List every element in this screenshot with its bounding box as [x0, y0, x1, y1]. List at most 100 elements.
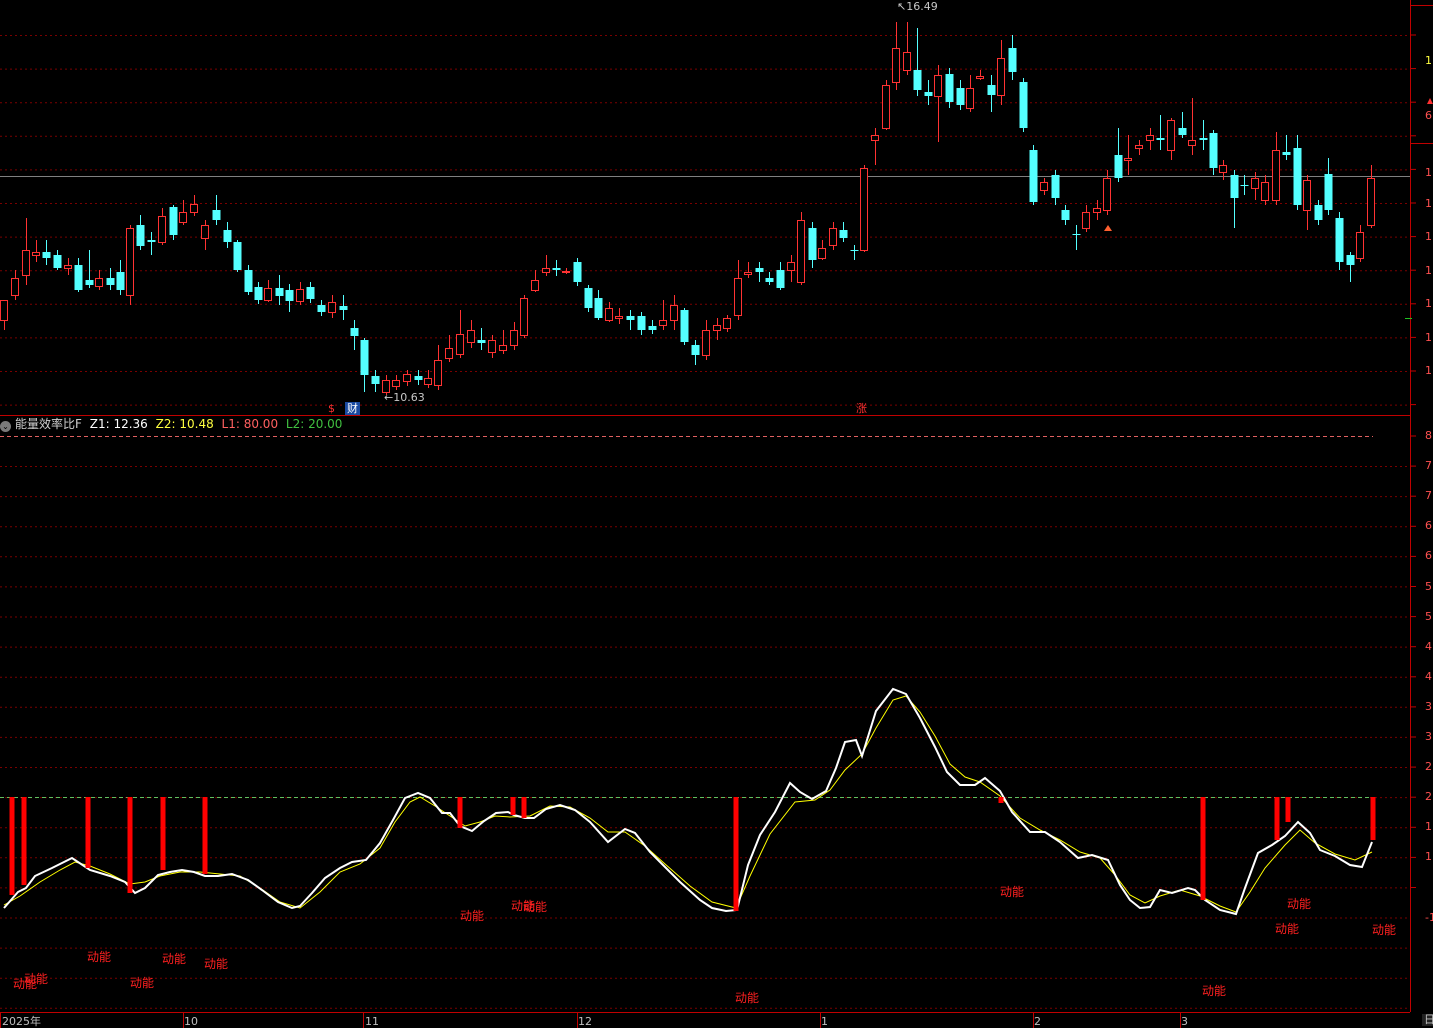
- candle-body-down: [1029, 150, 1038, 202]
- signal-bar: [1370, 797, 1376, 840]
- candle-body-down: [987, 85, 996, 95]
- candle-body-up: [605, 308, 613, 321]
- candle-body-up: [1367, 178, 1375, 226]
- candle-body-up: [1082, 212, 1090, 229]
- indicator-tick: 3: [1425, 699, 1432, 713]
- candle-body-up: [32, 252, 40, 256]
- indicator-z1-value: Z1: 12.36: [89, 417, 148, 431]
- event-tag-finance[interactable]: 财: [345, 402, 360, 415]
- signal-label: 动能: [1000, 885, 1025, 899]
- candle-body-down: [244, 270, 253, 292]
- signal-bar: [1274, 797, 1280, 840]
- high-price-marker: ↖16.49: [897, 0, 938, 13]
- candle-body-up: [787, 262, 795, 271]
- price-tick-9: 1: [1425, 364, 1432, 377]
- z2-line: [3, 695, 1373, 913]
- candle-body-down: [1178, 128, 1187, 135]
- price-up-arrow-icon: [1427, 98, 1433, 104]
- candle-body-down: [1293, 148, 1302, 205]
- candle-body-up: [882, 85, 890, 129]
- candle-body-up: [0, 300, 8, 321]
- candle-body-down: [1335, 218, 1344, 262]
- candle-body-up: [1040, 182, 1048, 191]
- price-tick-8: 1: [1425, 331, 1432, 344]
- candle-body-up: [562, 271, 570, 273]
- signal-bar: [1285, 797, 1291, 822]
- signal-label: 动能: [460, 909, 485, 923]
- signal-label: 动能: [523, 900, 548, 914]
- candle-body-down: [691, 345, 700, 355]
- indicator-z2-value: Z2: 10.48: [155, 417, 214, 431]
- candle-body-up: [22, 250, 30, 276]
- indicator-tick: 7: [1425, 459, 1432, 473]
- indicator-name[interactable]: 能量效率比F: [15, 417, 82, 431]
- candle-body-down: [212, 210, 221, 220]
- candle-body-down: [53, 255, 62, 268]
- candle-body-down: [552, 268, 561, 270]
- candle-body-down: [776, 270, 785, 288]
- candle-body-up: [510, 330, 518, 346]
- signal-bar: [521, 797, 527, 818]
- candle-body-up: [871, 135, 879, 141]
- candle-body-up: [424, 378, 432, 385]
- signal-bar: [457, 797, 463, 828]
- candle-body-down: [648, 326, 657, 330]
- candle-body-up: [1303, 180, 1311, 211]
- indicator-tick: 6: [1425, 549, 1432, 563]
- candle-body-up: [499, 345, 507, 351]
- candle-body-up: [264, 288, 272, 301]
- candle-body-down: [1199, 138, 1208, 140]
- indicator-l2-value: L2: 20.00: [285, 417, 343, 431]
- indicator-tick: 6: [1425, 519, 1432, 533]
- candle-body-down: [765, 278, 774, 282]
- candle-body-up: [1093, 208, 1101, 213]
- candle-body-up: [456, 334, 464, 355]
- signal-label: 动能: [1372, 923, 1397, 937]
- candle-body-up: [201, 225, 209, 239]
- collapse-circle-icon[interactable]: ⌄: [0, 421, 11, 432]
- x-axis-label-mar: 3: [1181, 1015, 1188, 1028]
- price-tick-4: 1: [1425, 197, 1432, 210]
- candle-body-up: [11, 278, 19, 296]
- indicator-tick: 2: [1425, 760, 1432, 774]
- candle-body-up: [1272, 150, 1280, 201]
- price-tick-6: 1: [1425, 264, 1432, 277]
- candle-body-up: [126, 228, 134, 296]
- candle-body-up: [95, 278, 103, 287]
- price-tick-2: 6: [1425, 109, 1432, 122]
- signal-bar: [733, 797, 739, 911]
- candle-body-up: [392, 380, 400, 387]
- candle-body-up: [997, 58, 1005, 96]
- candle-body-up: [966, 88, 974, 109]
- candle-body-down: [1209, 133, 1218, 168]
- candle-body-up: [1167, 120, 1175, 151]
- signal-label: 动能: [735, 991, 760, 1005]
- candle-body-down: [1346, 255, 1355, 265]
- candle-body-down: [1072, 234, 1081, 235]
- candle-body-down: [850, 250, 859, 251]
- event-tag-rise[interactable]: 涨: [856, 402, 867, 415]
- candle-body-up: [1356, 232, 1364, 259]
- candle-body-up: [520, 298, 528, 336]
- chart-canvas[interactable]: [0, 0, 1433, 1028]
- candle-body-down: [414, 376, 423, 380]
- signal-label: 动能: [24, 972, 49, 986]
- signal-triangle-icon: [1104, 225, 1112, 231]
- x-axis-label-year: 2025年: [2, 1015, 41, 1028]
- candle-body-down: [85, 280, 94, 285]
- candle-body-down: [945, 74, 954, 102]
- candle-body-down: [169, 207, 178, 235]
- candle-body-up: [488, 340, 496, 353]
- signal-bar: [202, 797, 208, 874]
- period-tab-day[interactable]: 日: [1422, 1014, 1433, 1026]
- candle-body-up: [328, 302, 336, 313]
- signal-label: 动能: [1202, 984, 1227, 998]
- candle-body-down: [1282, 152, 1291, 155]
- x-axis-label-nov: 11: [365, 1015, 379, 1028]
- candle-body-up: [892, 48, 900, 83]
- candle-body-down: [924, 92, 933, 96]
- event-tag-dollar[interactable]: $: [328, 402, 335, 415]
- candle-body-up: [903, 52, 911, 71]
- candle-body-up: [615, 316, 623, 319]
- indicator-tick: 7: [1425, 489, 1432, 503]
